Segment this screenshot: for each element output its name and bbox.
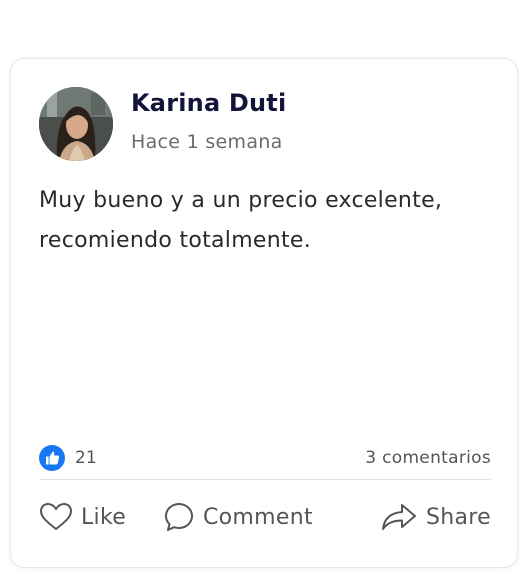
comment-count[interactable]: 3 comentarios [365,448,491,468]
comment-button[interactable]: Comment [163,495,313,539]
review-card: Karina Duti Hace 1 semana Muy bueno y a … [10,58,518,568]
like-button[interactable]: Like [39,495,126,539]
post-timestamp: Hace 1 semana [131,131,283,153]
action-bar: Like Comment Share [39,495,491,539]
heart-icon [40,503,72,530]
reaction-stats: 21 3 comentarios [39,445,491,473]
thumbs-up-icon [39,445,65,471]
avatar[interactable] [39,87,113,161]
speech-bubble-icon [165,503,193,531]
avatar-photo [39,87,113,161]
author-name[interactable]: Karina Duti [131,89,286,117]
like-button-label: Like [81,504,127,530]
review-text: Muy bueno y a un precio excelente, recom… [39,188,443,253]
share-button[interactable]: Share [380,495,491,539]
comment-button-label: Comment [203,504,313,530]
divider [39,479,491,480]
like-count[interactable]: 21 [75,448,97,468]
share-button-label: Share [426,504,491,530]
share-arrow-icon [382,504,416,530]
